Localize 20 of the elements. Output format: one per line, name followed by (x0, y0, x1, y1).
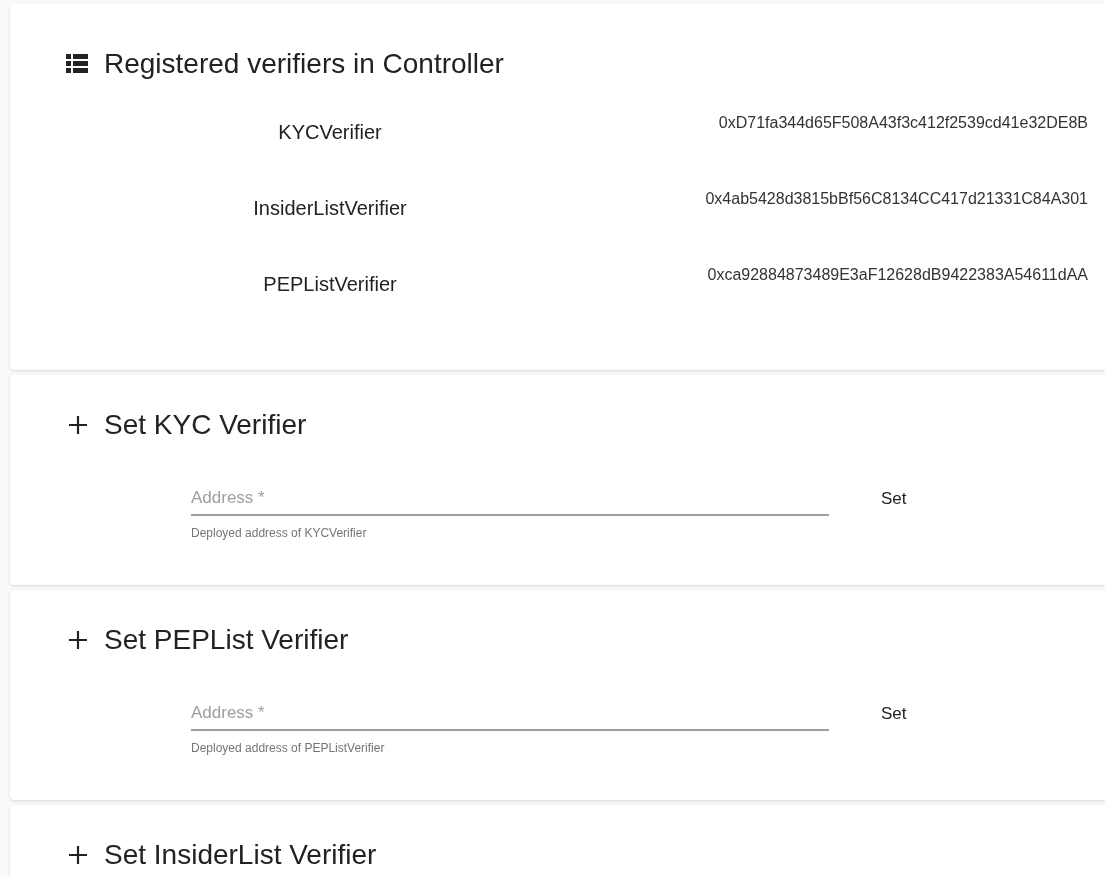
verifier-address: 0xD71fa344d65F508A43f3c412f2539cd41e32DE8B (718, 113, 1088, 133)
card-title: Registered verifiers in Controller (104, 47, 504, 81)
plus-icon (68, 844, 88, 865)
verifier-name: KYCVerifier (278, 120, 382, 145)
set-button[interactable]: Set (859, 697, 929, 731)
address-field[interactable]: Address * (191, 482, 829, 516)
helper-text: Deployed address of PEPListVerifier (191, 740, 385, 757)
verifier-name: PEPListVerifier (263, 272, 397, 297)
set-button[interactable]: Set (859, 482, 929, 516)
helper-text: Deployed address of KYCVerifier (191, 525, 367, 542)
address-field[interactable]: Address * (191, 697, 829, 731)
plus-icon (68, 414, 88, 435)
card-title: Set InsiderList Verifier (104, 838, 377, 872)
verifier-address: 0x4ab5428d3815bBf56C8134CC417d21331C84A301 (705, 189, 1088, 209)
list-icon (66, 52, 88, 75)
card-title: Set PEPList Verifier (104, 623, 349, 657)
card-title: Set KYC Verifier (104, 408, 307, 442)
verifier-address: 0xca92884873489E3aF12628dB9422383A54611dAA (707, 265, 1088, 285)
plus-icon (68, 629, 88, 650)
verifier-name: InsiderListVerifier (253, 196, 407, 221)
